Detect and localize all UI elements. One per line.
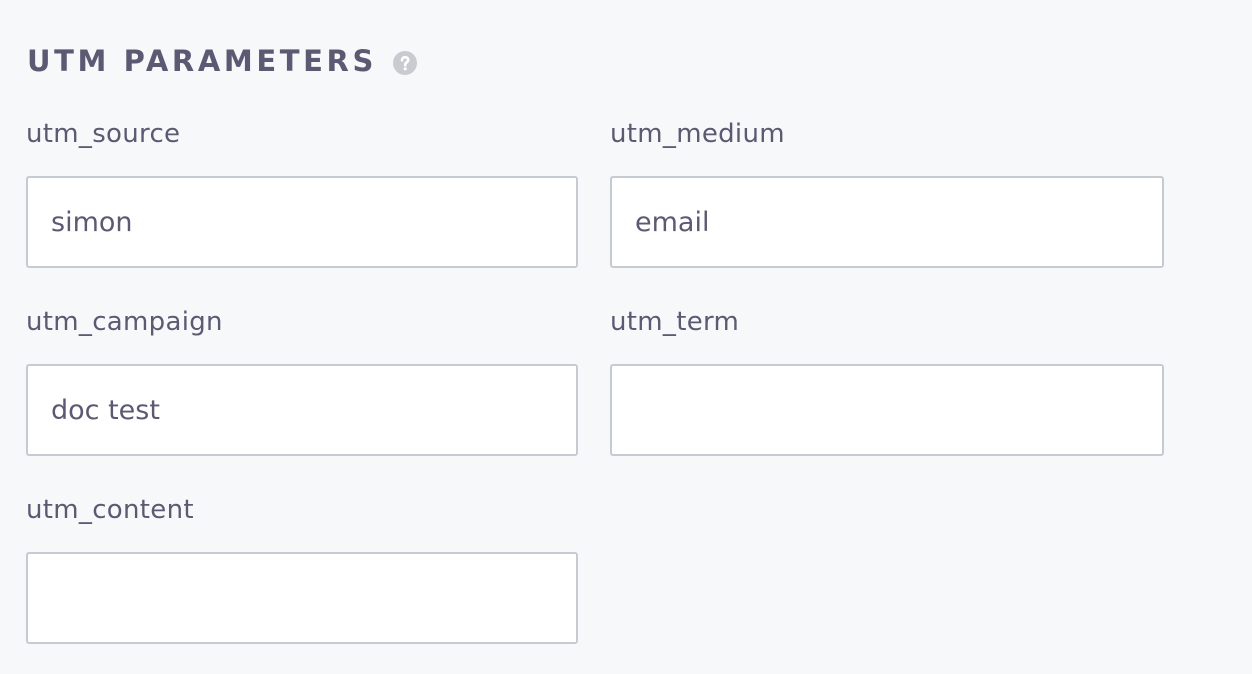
utm-source-input[interactable] xyxy=(26,176,578,268)
utm-term-label: utm_term xyxy=(610,307,740,337)
utm-content-input[interactable] xyxy=(26,552,578,644)
help-icon[interactable] xyxy=(392,50,417,75)
utm-medium-label: utm_medium xyxy=(610,119,785,149)
utm-source-label: utm_source xyxy=(26,119,181,149)
section-header: UTM PARAMETERS xyxy=(27,43,417,79)
utm-content-label: utm_content xyxy=(26,495,194,525)
utm-campaign-input[interactable] xyxy=(26,364,578,456)
utm-term-input[interactable] xyxy=(610,364,1164,456)
section-title: UTM PARAMETERS xyxy=(27,44,377,78)
utm-campaign-label: utm_campaign xyxy=(26,307,223,337)
question-mark-icon xyxy=(400,55,410,70)
utm-medium-input[interactable] xyxy=(610,176,1164,268)
